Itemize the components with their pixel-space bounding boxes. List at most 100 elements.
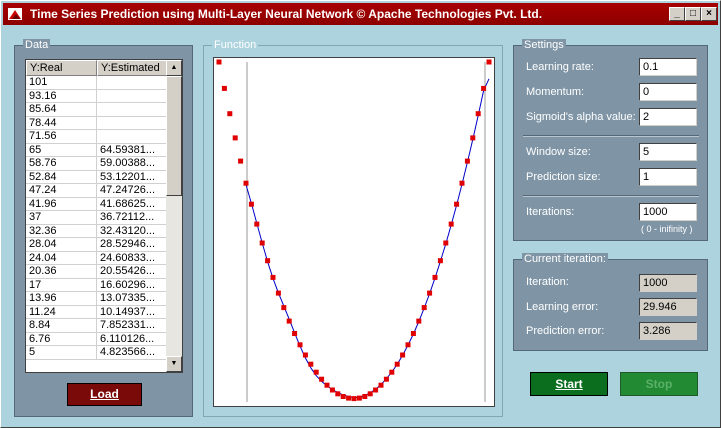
cell-estimated[interactable]: 16.60296... <box>97 278 167 292</box>
table-row[interactable]: 37 36.72112... <box>26 211 167 225</box>
table-row[interactable]: 78.44 <box>26 116 167 130</box>
data-panel-title: Data <box>23 39 51 52</box>
column-header-estimated[interactable]: Y:Estimated <box>97 60 167 76</box>
cell-real[interactable]: 8.84 <box>26 319 97 333</box>
table-row[interactable]: 58.76 59.00388... <box>26 157 167 171</box>
cell-real[interactable]: 41.96 <box>26 197 97 211</box>
table-row[interactable]: 17 16.60296... <box>26 278 167 292</box>
learning-rate-input[interactable]: 0.1 <box>639 58 697 76</box>
table-row[interactable]: 32.36 32.43120... <box>26 224 167 238</box>
cell-estimated[interactable]: 32.43120... <box>97 224 167 238</box>
real-data-point <box>329 387 335 393</box>
cell-real[interactable]: 47.24 <box>26 184 97 198</box>
data-grid[interactable]: Y:Real Y:Estimated 101 93.16 85.64 78.44 71.… <box>25 59 183 373</box>
cell-real[interactable]: 5 <box>26 346 97 360</box>
cell-estimated[interactable] <box>97 130 167 144</box>
settings-separator-2 <box>523 195 699 197</box>
start-button-label: Start <box>555 377 583 391</box>
real-data-point <box>265 258 271 264</box>
cell-real[interactable]: 52.84 <box>26 170 97 184</box>
cell-estimated[interactable]: 20.55426... <box>97 265 167 279</box>
real-data-point <box>340 394 346 399</box>
cell-real[interactable]: 78.44 <box>26 116 97 130</box>
table-row[interactable]: 93.16 <box>26 89 167 103</box>
cell-estimated[interactable] <box>97 116 167 130</box>
cell-estimated[interactable]: 4.823566... <box>97 346 167 360</box>
load-button[interactable]: Load <box>67 383 142 406</box>
table-row[interactable]: 20.36 20.55426... <box>26 265 167 279</box>
cell-estimated[interactable]: 64.59381... <box>97 143 167 157</box>
cell-estimated[interactable]: 28.52946... <box>97 238 167 252</box>
cell-estimated[interactable] <box>97 89 167 103</box>
table-row[interactable]: 5 4.823566... <box>26 346 167 360</box>
cell-estimated[interactable]: 59.00388... <box>97 157 167 171</box>
real-data-point <box>216 59 222 65</box>
grid-body: 101 93.16 85.64 78.44 71.56 65 64.59381... 58.7… <box>26 76 167 360</box>
start-button[interactable]: Start <box>530 372 608 396</box>
real-data-point <box>405 342 411 348</box>
cell-real[interactable]: 20.36 <box>26 265 97 279</box>
cell-real[interactable]: 65 <box>26 143 97 157</box>
cell-estimated[interactable]: 10.14937... <box>97 305 167 319</box>
cell-estimated[interactable]: 47.24726... <box>97 184 167 198</box>
cell-estimated[interactable]: 53.12201... <box>97 170 167 184</box>
scroll-up-icon[interactable]: ▲ <box>166 60 182 76</box>
table-row[interactable]: 28.04 28.52946... <box>26 238 167 252</box>
iterations-input[interactable]: 1000 <box>639 203 697 221</box>
real-data-point <box>378 382 384 388</box>
cell-real[interactable]: 101 <box>26 76 97 90</box>
cell-real[interactable]: 24.04 <box>26 251 97 265</box>
table-row[interactable]: 24.04 24.60833... <box>26 251 167 265</box>
sigmoid-alpha-input[interactable]: 2 <box>639 108 697 126</box>
scroll-thumb[interactable] <box>166 76 182 196</box>
real-data-point <box>367 391 373 397</box>
table-row[interactable]: 47.24 47.24726... <box>26 184 167 198</box>
cell-real[interactable]: 28.04 <box>26 238 97 252</box>
table-row[interactable]: 41.96 41.68625... <box>26 197 167 211</box>
cell-real[interactable]: 71.56 <box>26 130 97 144</box>
real-data-point <box>394 361 400 367</box>
cell-real[interactable]: 6.76 <box>26 332 97 346</box>
close-button[interactable]: × <box>701 7 717 21</box>
table-row[interactable]: 13.96 13.07335... <box>26 292 167 306</box>
table-row[interactable]: 11.24 10.14937... <box>26 305 167 319</box>
momentum-input[interactable]: 0 <box>639 83 697 101</box>
real-data-point <box>286 318 292 324</box>
cell-estimated[interactable]: 41.68625... <box>97 197 167 211</box>
title-bar[interactable]: Time Series Prediction using Multi-Layer… <box>3 3 718 25</box>
cell-estimated[interactable]: 36.72112... <box>97 211 167 225</box>
stop-button[interactable]: Stop <box>620 372 698 396</box>
cell-estimated[interactable] <box>97 103 167 117</box>
maximize-button[interactable]: □ <box>685 7 701 21</box>
cell-estimated[interactable]: 13.07335... <box>97 292 167 306</box>
cell-real[interactable]: 32.36 <box>26 224 97 238</box>
cell-estimated[interactable]: 6.110126... <box>97 332 167 346</box>
table-row[interactable]: 85.64 <box>26 103 167 117</box>
real-data-point <box>281 305 287 311</box>
cell-real[interactable]: 17 <box>26 278 97 292</box>
cell-estimated[interactable] <box>97 76 167 90</box>
table-row[interactable]: 8.84 7.852331... <box>26 319 167 333</box>
window-size-input[interactable]: 5 <box>639 143 697 161</box>
table-row[interactable]: 71.56 <box>26 130 167 144</box>
cell-estimated[interactable]: 7.852331... <box>97 319 167 333</box>
cell-real[interactable]: 93.16 <box>26 89 97 103</box>
table-row[interactable]: 65 64.59381... <box>26 143 167 157</box>
table-row[interactable]: 6.76 6.110126... <box>26 332 167 346</box>
cell-real[interactable]: 85.64 <box>26 103 97 117</box>
cell-real[interactable]: 11.24 <box>26 305 97 319</box>
real-data-point <box>448 221 454 227</box>
scroll-down-icon[interactable]: ▼ <box>166 356 182 372</box>
grid-scrollbar[interactable]: ▲ ▼ <box>166 60 182 372</box>
real-data-point <box>275 290 281 296</box>
table-row[interactable]: 101 <box>26 76 167 90</box>
cell-estimated[interactable]: 24.60833... <box>97 251 167 265</box>
cell-real[interactable]: 58.76 <box>26 157 97 171</box>
table-row[interactable]: 52.84 53.12201... <box>26 170 167 184</box>
cell-real[interactable]: 37 <box>26 211 97 225</box>
real-data-point <box>427 290 433 296</box>
column-header-real[interactable]: Y:Real <box>26 60 97 76</box>
minimize-button[interactable]: _ <box>669 7 685 21</box>
prediction-size-input[interactable]: 1 <box>639 168 697 186</box>
cell-real[interactable]: 13.96 <box>26 292 97 306</box>
